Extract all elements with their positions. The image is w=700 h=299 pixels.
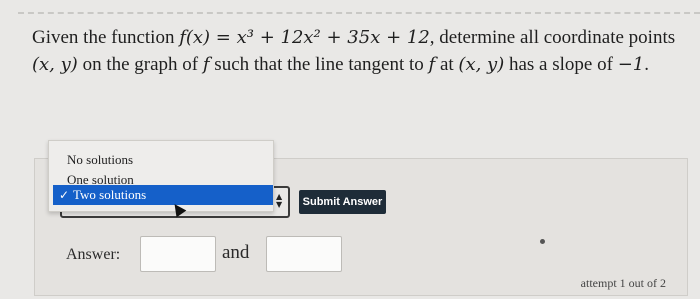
point-expression: (x, y) [32, 54, 78, 75]
question-end: . [644, 54, 649, 75]
question-part: at [439, 54, 454, 75]
answer-input-1[interactable] [140, 236, 216, 272]
submit-answer-button[interactable]: Submit Answer [299, 190, 386, 214]
function-symbol: f [202, 54, 210, 75]
question-text: Given the function f(x) = x³ + 12x² + 35… [32, 24, 682, 78]
answer-label: Answer: [66, 246, 121, 263]
question-intro: Given the function [32, 27, 175, 48]
check-icon: ✓ [59, 188, 70, 202]
dropdown-option-label: Two solutions [73, 187, 147, 202]
and-label: and [222, 242, 250, 263]
question-part: such that the line tangent to [214, 54, 424, 75]
solution-dropdown-menu[interactable]: No solutions One solution ✓ Two solutions [48, 140, 274, 212]
attempt-counter: attempt 1 out of 2 [580, 276, 666, 290]
question-part: has a slope of [508, 54, 613, 75]
dropdown-option-two-solutions[interactable]: ✓ Two solutions [53, 185, 273, 205]
question-part: coordinate points [543, 27, 676, 48]
question-part: , determine all [429, 27, 539, 48]
dropdown-option-no-solutions[interactable]: No solutions [67, 152, 133, 168]
point-expression: (x, y) [458, 54, 505, 75]
question-part: on the graph of [82, 54, 199, 75]
function-expression: f(x) = x³ + 12x² + 35x + 12 [179, 27, 430, 48]
function-symbol: f [428, 54, 436, 75]
stray-mark [540, 239, 545, 244]
select-arrows-icon: ▲ ▼ [276, 192, 283, 209]
top-divider [18, 12, 700, 14]
slope-value: −1 [617, 54, 645, 75]
answer-input-2[interactable] [266, 236, 342, 272]
